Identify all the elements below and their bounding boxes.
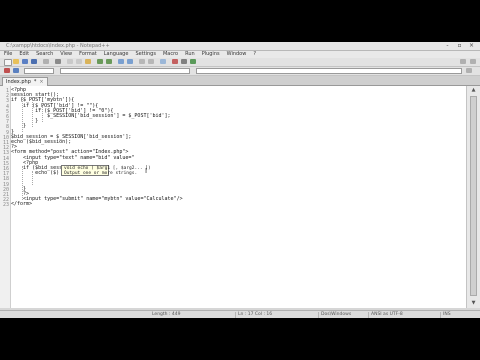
close-button[interactable]: × [467,43,476,49]
tab-label: Index.php [6,79,31,85]
tab-strip: Index.php * × [0,76,480,86]
zoom-out-icon[interactable] [148,59,154,64]
vertical-scrollbar[interactable]: ▲ ▼ [466,86,480,308]
menu-edit[interactable]: Edit [19,51,29,58]
menu-run[interactable]: Run [185,51,195,58]
code-line[interactable]: </form> [11,202,32,207]
indent-guide [42,106,43,122]
search-combo[interactable] [196,68,462,74]
indent-guide [22,166,23,200]
encoding-combo[interactable] [24,68,54,74]
tab-index-php[interactable]: Index.php * × [2,77,48,86]
cut-icon[interactable] [67,59,73,64]
save-icon[interactable] [22,59,28,64]
function-combo[interactable] [60,68,190,74]
record-macro-icon[interactable] [172,59,178,64]
menu-search[interactable]: Search [36,51,53,58]
sync-scroll-icon[interactable] [160,59,166,64]
scroll-up-icon[interactable]: ▲ [470,87,477,94]
secondary-toolbar [0,67,480,76]
main-toolbar [0,58,480,67]
new-file-icon[interactable] [4,59,12,66]
call-tip-tooltip: void echo ( $arg1 [, $arg2... ]) Output … [61,165,151,176]
status-length: Length : 449 [152,312,181,317]
scrollbar-thumb[interactable] [470,96,477,296]
replace-icon[interactable] [127,59,133,64]
indent-guide [22,94,23,132]
code-line[interactable]: echo ($) [11,170,59,176]
tab-close-icon[interactable]: × [39,78,43,86]
menu-help[interactable]: ? [253,51,256,58]
zoom-in-icon[interactable] [139,59,145,64]
undo-icon[interactable] [97,59,103,64]
print-icon[interactable] [55,59,61,64]
code-line[interactable]: echo ($bid_session); [11,139,71,145]
status-position: Ln : 17 Col : 16 [235,312,272,318]
find-icon[interactable] [118,59,124,64]
status-encoding: ANSI as UTF-8 [368,312,403,318]
close-file-icon[interactable] [43,59,49,64]
maximize-button[interactable]: ▫ [455,43,464,49]
line-number-gutter: 1 2 3 4 5 6 7 8 9 10 11 12 13 14 15 16 17 18 19 20 21 22 23 [0,86,11,308]
status-eol: Dos\Windows [318,312,351,318]
menu-format[interactable]: Format [79,51,97,58]
menu-window[interactable]: Window [227,51,247,58]
minimize-button[interactable]: - [443,43,452,49]
menu-bar: File Edit Search View Format Language Se… [0,51,480,58]
status-insert-mode: INS [440,312,451,318]
redo-icon[interactable] [106,59,112,64]
menu-settings[interactable]: Settings [135,51,156,58]
notepad-window: C:\xampp\htdocs\Index.php - Notepad++ - … [0,42,480,318]
go-icon[interactable] [466,68,472,73]
tab-modified-mark: * [33,79,37,85]
save-all-icon[interactable] [31,59,37,64]
paste-icon[interactable] [85,59,91,64]
open-folder-icon[interactable] [13,59,19,64]
mouse-cursor-icon: I [145,167,148,175]
stop-macro-icon[interactable] [181,59,187,64]
line-number: 23 [2,202,9,209]
function-list-icon[interactable] [13,68,19,73]
indent-guide [32,100,33,127]
menu-file[interactable]: File [4,51,12,58]
window-title: C:\xampp\htdocs\Index.php - Notepad++ [6,43,110,49]
code-editor[interactable]: 1 2 3 4 5 6 7 8 9 10 11 12 13 14 15 16 17 18 19 20 21 22 23 <?… [0,86,466,308]
scroll-down-icon[interactable]: ▼ [470,300,477,307]
options-icon[interactable] [460,59,466,64]
plugin-icon[interactable] [4,68,10,73]
menu-macro[interactable]: Macro [163,51,178,58]
menu-plugins[interactable]: Plugins [202,51,220,58]
menu-view[interactable]: View [60,51,72,58]
call-tip-description: Output one or more strings. [64,171,138,176]
extra-icon[interactable] [470,59,476,64]
play-macro-icon[interactable] [190,59,196,64]
indent-guide [32,171,33,185]
menu-language[interactable]: Language [104,51,129,58]
title-bar: C:\xampp\htdocs\Index.php - Notepad++ - … [0,42,480,51]
copy-icon[interactable] [76,59,82,64]
code-line[interactable]: <input type="submit" name="mybtn" value=… [11,196,183,202]
status-bar: Length : 449 Ln : 17 Col : 16 Dos\Window… [0,310,480,318]
